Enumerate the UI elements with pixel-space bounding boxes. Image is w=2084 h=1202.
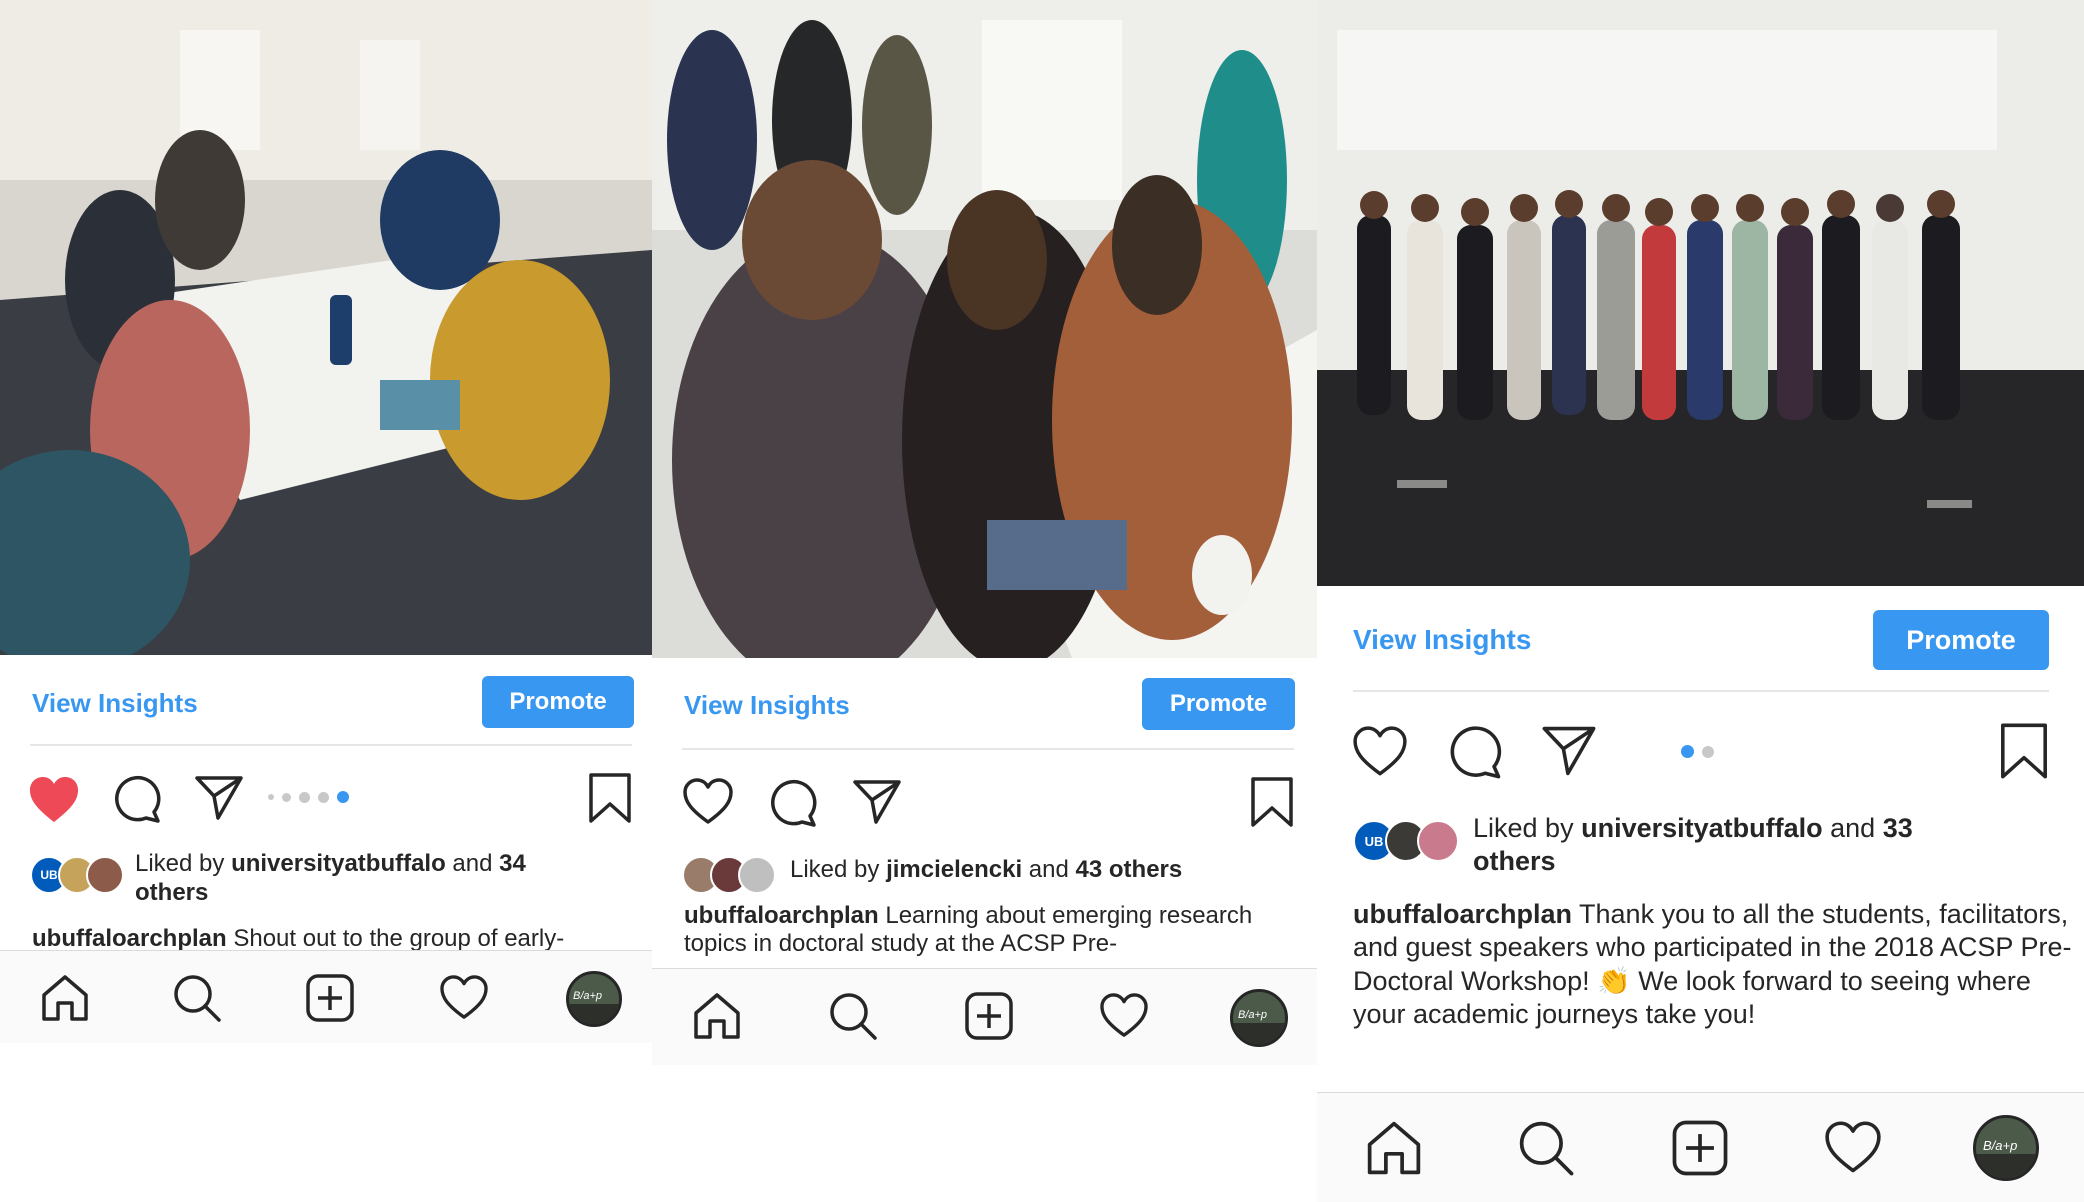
comment-icon[interactable] — [1447, 724, 1503, 780]
carousel-dot-active — [1681, 745, 1694, 758]
promote-button[interactable]: Promote — [1142, 678, 1295, 730]
liked-by-and: and — [1022, 856, 1076, 883]
post-panel-3: View Insights Promote UB Liked by univer… — [1317, 0, 2084, 1202]
liked-by-label: Liked by — [790, 856, 887, 883]
avatar — [738, 856, 776, 894]
heart-icon[interactable] — [682, 778, 734, 826]
likes-count[interactable]: 34 — [499, 850, 526, 877]
likes-count[interactable]: 43 others — [1076, 856, 1183, 883]
search-icon[interactable] — [172, 973, 222, 1023]
post-caption: ubuffaloarchplan Learning about emerging… — [684, 902, 1304, 968]
profile-badge: B/a+p — [1983, 1138, 2018, 1153]
share-icon[interactable] — [1541, 724, 1597, 778]
post-panel-1: View Insights Promote UB Liked by univer… — [0, 0, 652, 1202]
profile-icon[interactable]: B/a+p — [1973, 1115, 2039, 1181]
activity-heart-icon[interactable] — [1823, 1121, 1883, 1175]
liked-by-and: and — [1822, 813, 1883, 843]
avatar — [86, 856, 124, 894]
comment-icon[interactable] — [768, 778, 818, 828]
carousel-dot — [1702, 745, 1714, 758]
carousel-indicator — [268, 791, 357, 803]
view-insights-link[interactable]: View Insights — [1353, 624, 1531, 656]
liked-by-avatars: UB — [30, 856, 124, 894]
avatar — [1417, 820, 1459, 862]
view-insights-link[interactable]: View Insights — [684, 690, 850, 721]
liked-by-text[interactable]: Liked by universityatbuffalo and 33 othe… — [1473, 812, 2033, 878]
profile-icon[interactable]: B/a+p — [566, 971, 622, 1027]
promote-button[interactable]: Promote — [482, 676, 634, 728]
caption-username[interactable]: ubuffaloarchplan — [684, 902, 879, 929]
carousel-dot — [268, 794, 274, 800]
liked-by-label: Liked by — [135, 850, 232, 877]
divider — [1353, 690, 2049, 692]
bookmark-icon[interactable] — [1999, 722, 2049, 780]
heart-icon[interactable] — [28, 776, 80, 824]
bookmark-icon[interactable] — [588, 772, 632, 824]
liked-by-and: and — [445, 850, 500, 877]
liked-by-label: Liked by — [1473, 813, 1582, 843]
profile-icon[interactable]: B/a+p — [1230, 989, 1288, 1047]
share-icon[interactable] — [194, 774, 244, 822]
add-post-icon[interactable] — [1671, 1119, 1729, 1177]
home-icon[interactable] — [692, 991, 742, 1041]
caption-text: Shout out to the group of early- — [226, 925, 565, 951]
home-icon[interactable] — [40, 973, 90, 1023]
bottom-tab-bar: B/a+p — [652, 968, 1317, 1065]
post-caption: ubuffaloarchplan Shout out to the group … — [32, 925, 632, 951]
post-photo-3[interactable] — [1317, 0, 2084, 586]
post-photo-2[interactable] — [652, 0, 1317, 658]
post-photo-1[interactable] — [0, 0, 652, 655]
divider — [30, 744, 632, 746]
profile-badge: B/a+p — [573, 990, 603, 1002]
carousel-dot — [282, 792, 291, 802]
liked-by-text[interactable]: Liked by universityatbuffalo and 34 othe… — [135, 850, 615, 908]
add-post-icon[interactable] — [305, 973, 355, 1023]
liked-by-user[interactable]: jimcielencki — [886, 856, 1022, 883]
comment-icon[interactable] — [112, 774, 162, 824]
activity-heart-icon[interactable] — [1098, 993, 1150, 1039]
heart-icon[interactable] — [1351, 726, 1409, 778]
carousel-dot-active — [337, 791, 349, 803]
share-icon[interactable] — [852, 778, 902, 826]
search-icon[interactable] — [1517, 1119, 1575, 1177]
likes-others[interactable]: others — [135, 879, 208, 906]
profile-badge: B/a+p — [1238, 1009, 1268, 1021]
liked-by-user[interactable]: universityatbuffalo — [1581, 813, 1823, 843]
liked-by-user[interactable]: universityatbuffalo — [231, 850, 446, 877]
carousel-dot — [318, 791, 329, 803]
activity-heart-icon[interactable] — [438, 975, 490, 1021]
bottom-tab-bar: B/a+p — [1317, 1092, 2084, 1202]
view-insights-link[interactable]: View Insights — [32, 688, 198, 719]
home-icon[interactable] — [1365, 1119, 1423, 1177]
search-icon[interactable] — [828, 991, 878, 1041]
divider — [682, 748, 1294, 750]
caption-username[interactable]: ubuffaloarchplan — [1353, 899, 1572, 929]
caption-username[interactable]: ubuffaloarchplan — [32, 925, 227, 951]
liked-by-text[interactable]: Liked by jimcielencki and 43 others — [790, 856, 1300, 885]
liked-by-avatars: UB — [1353, 820, 1459, 862]
add-post-icon[interactable] — [964, 991, 1014, 1041]
likes-others[interactable]: others — [1473, 846, 1556, 876]
promote-button[interactable]: Promote — [1873, 610, 2049, 670]
liked-by-avatars — [682, 856, 776, 894]
carousel-indicator — [1681, 745, 1722, 758]
post-caption: ubuffaloarchplan Thank you to all the st… — [1353, 898, 2073, 1070]
bookmark-icon[interactable] — [1250, 776, 1294, 828]
carousel-dot — [299, 791, 310, 803]
likes-count[interactable]: 33 — [1883, 813, 1913, 843]
post-panel-2: View Insights Promote Liked by jimcielen… — [652, 0, 1317, 1202]
bottom-tab-bar: B/a+p — [0, 950, 652, 1043]
